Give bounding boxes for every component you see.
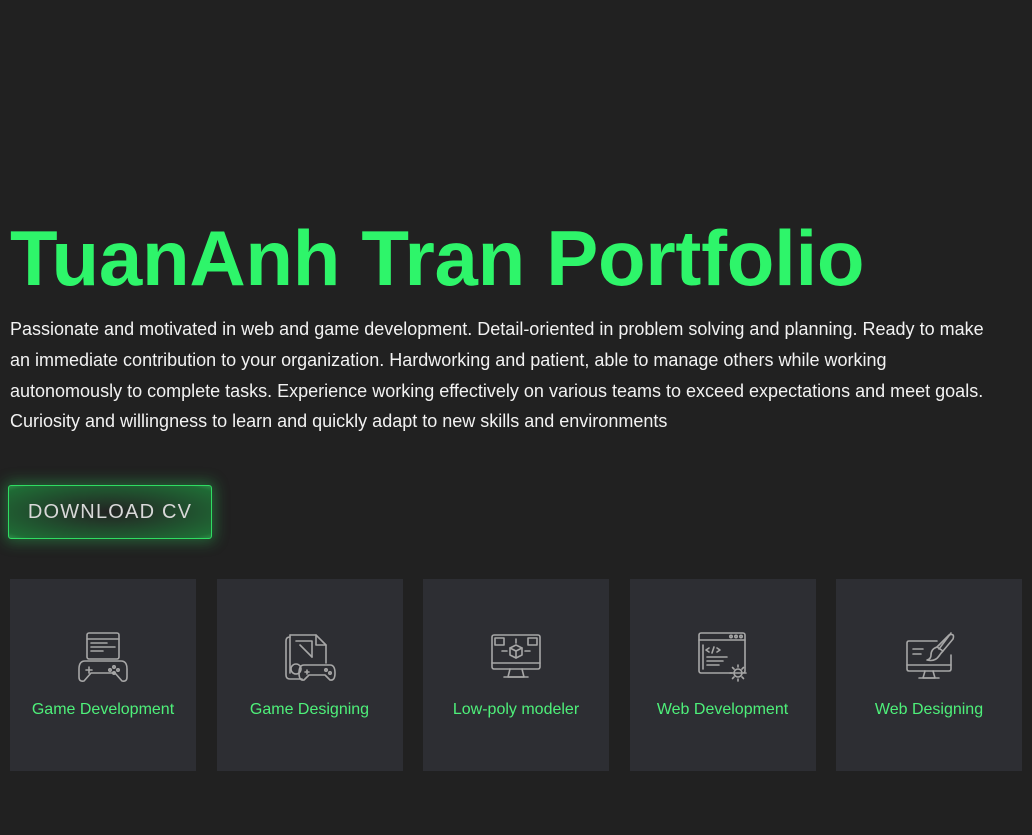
portfolio-page: TuanAnh Tran Portfolio Passionate and mo…	[0, 0, 1032, 835]
skills-grid: Game Development Game Designing Low-poly…	[10, 579, 1022, 771]
intro-paragraph: Passionate and motivated in web and game…	[10, 319, 984, 432]
skill-label: Low-poly modeler	[452, 701, 580, 718]
skill-label: Web Development	[656, 701, 789, 718]
skill-label: Game Designing	[249, 701, 370, 718]
web-design-brush-icon	[901, 629, 957, 685]
skill-card-game-designing[interactable]: Game Designing	[216, 579, 403, 771]
3d-modeling-monitor-icon	[488, 629, 544, 685]
web-code-gear-icon	[695, 629, 751, 685]
skill-label: Web Designing	[874, 701, 984, 718]
skill-card-web-designing[interactable]: Web Designing	[836, 579, 1022, 771]
game-design-icon	[282, 629, 338, 685]
skill-card-low-poly-modeler[interactable]: Low-poly modeler	[423, 579, 609, 771]
gamepad-code-icon	[75, 629, 131, 685]
skill-label: Game Development	[31, 701, 175, 718]
download-cv-button[interactable]: DOWNLOAD CV	[8, 485, 212, 539]
skill-card-web-development[interactable]: Web Development	[629, 579, 816, 771]
page-title: TuanAnh Tran Portfolio	[10, 214, 865, 302]
skill-card-game-development[interactable]: Game Development	[10, 579, 196, 771]
